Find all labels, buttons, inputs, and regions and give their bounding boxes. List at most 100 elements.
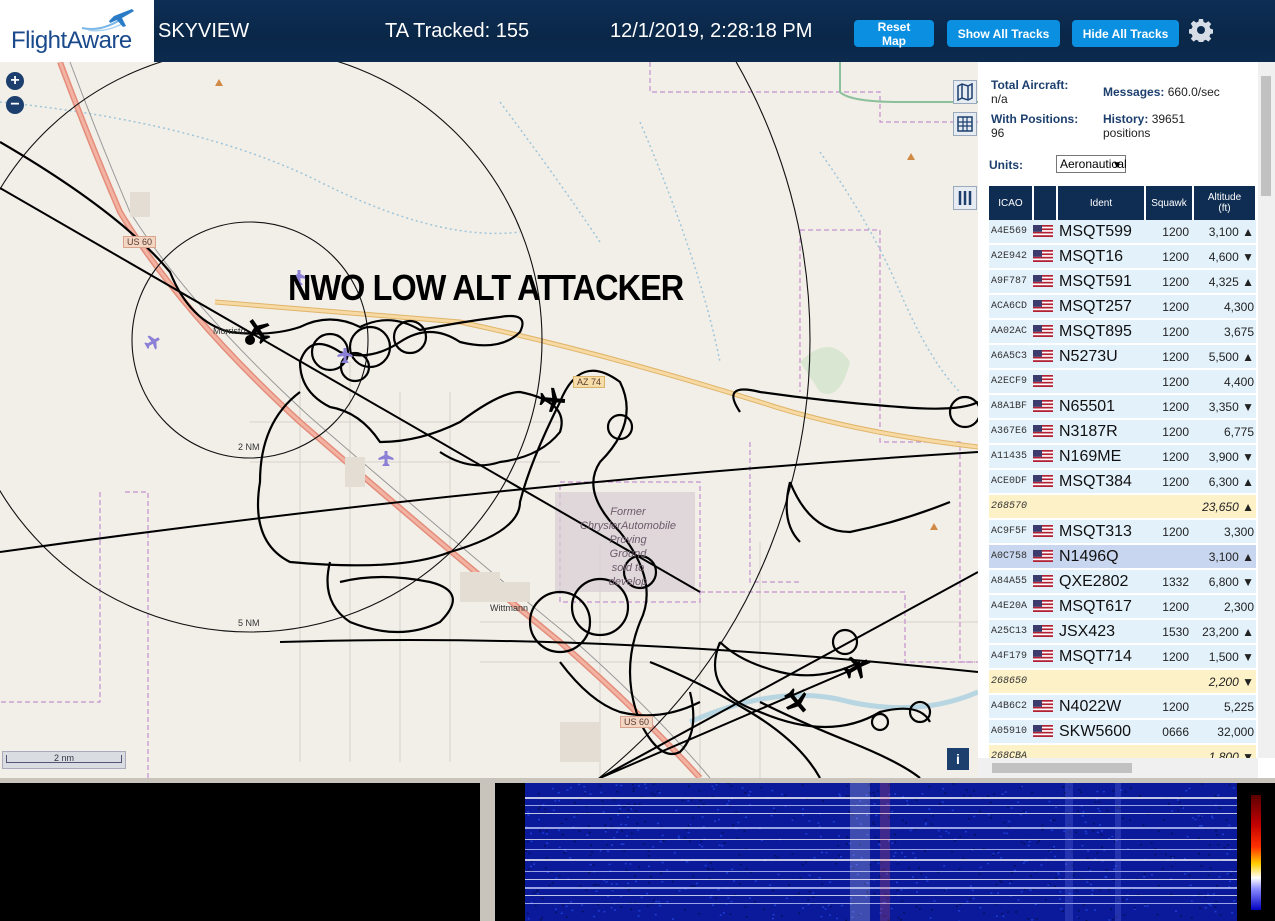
info-button[interactable]: i — [947, 748, 969, 770]
cell-squawk — [1145, 544, 1193, 570]
cell-icao: A25C13 — [989, 619, 1033, 645]
table-row[interactable]: 268650 2,200 ▼ — [989, 669, 1256, 695]
cell-squawk: 1200 — [1145, 344, 1193, 370]
cell-altitude: 5,225 — [1193, 694, 1256, 720]
reset-map-button[interactable]: Reset Map — [854, 20, 934, 48]
cell-altitude: 4,600 ▼ — [1193, 244, 1256, 270]
zoom-out-button[interactable]: − — [6, 96, 24, 114]
cell-flag — [1033, 344, 1057, 370]
cell-icao: 268570 — [989, 494, 1033, 520]
table-row[interactable]: A25C13 JSX423 1530 23,200 ▲ — [989, 619, 1256, 645]
table-row[interactable]: A4E20A MSQT617 1200 2,300 — [989, 594, 1256, 620]
cell-ident: SKW5600 — [1057, 719, 1145, 745]
grid-icon[interactable] — [953, 112, 977, 136]
cell-altitude: 23,650 ▲ — [1193, 494, 1256, 520]
table-row[interactable]: A8A1BF N65501 1200 3,350 ▼ — [989, 394, 1256, 420]
aircraft-sidebar: Total Aircraft: n/a Messages: 660.0/sec … — [978, 62, 1275, 778]
cell-squawk: 1200 — [1145, 269, 1193, 295]
cell-altitude: 4,300 — [1193, 294, 1256, 320]
cell-altitude: 6,300 ▲ — [1193, 469, 1256, 495]
vertical-scrollbar[interactable] — [1258, 62, 1275, 758]
aircraft-table-body: A4E569 MSQT599 1200 3,100 ▲ A2E942 MSQT16 1200… — [989, 220, 1256, 778]
table-row[interactable]: AC9F5F MSQT313 1200 3,300 — [989, 519, 1256, 545]
table-row[interactable]: 268570 23,650 ▲ — [989, 494, 1256, 520]
cell-squawk: 1200 — [1145, 444, 1193, 470]
cell-flag — [1033, 220, 1057, 245]
road-label-us60-south: US 60 — [620, 716, 654, 728]
cell-ident: N3187R — [1057, 419, 1145, 445]
column-header-ident[interactable]: Ident — [1057, 186, 1146, 220]
gear-icon[interactable] — [1189, 18, 1213, 42]
flightaware-logo[interactable]: FlightAware — [0, 0, 154, 62]
table-row[interactable]: ACE0DF MSQT384 1200 6,300 ▲ — [989, 469, 1256, 495]
units-select[interactable]: Aeronautical ▼ — [1056, 155, 1127, 173]
cell-ident: N4022W — [1057, 694, 1145, 720]
stat-total-aircraft: Total Aircraft: n/a — [991, 78, 1069, 106]
cell-flag — [1033, 619, 1057, 645]
stat-with-positions: With Positions: 96 — [991, 112, 1079, 140]
show-all-tracks-button[interactable]: Show All Tracks — [947, 20, 1060, 47]
table-row[interactable]: A2E942 MSQT16 1200 4,600 ▼ — [989, 244, 1256, 270]
table-row[interactable]: A2ECF9 1200 4,400 — [989, 369, 1256, 395]
table-row[interactable]: A11435 N169ME 1200 3,900 ▼ — [989, 444, 1256, 470]
us-flag-icon — [1033, 550, 1053, 563]
us-flag-icon — [1033, 625, 1053, 638]
table-row[interactable]: A4F179 MSQT714 1200 1,500 ▼ — [989, 644, 1256, 670]
plane-logo-icon — [81, 9, 134, 32]
cell-altitude: 6,800 ▼ — [1193, 569, 1256, 595]
horizontal-scrollbar[interactable] — [978, 758, 1258, 778]
cell-flag — [1033, 369, 1057, 395]
cell-flag — [1033, 494, 1057, 520]
cell-icao: A4B6C2 — [989, 694, 1033, 720]
us-flag-icon — [1033, 725, 1053, 738]
cell-ident — [1057, 494, 1145, 520]
hide-all-tracks-button[interactable]: Hide All Tracks — [1072, 20, 1179, 47]
cell-ident: QXE2802 — [1057, 569, 1145, 595]
cell-flag — [1033, 394, 1057, 420]
signal-scope — [0, 783, 480, 921]
cell-icao: A84A55 — [989, 569, 1033, 595]
table-row[interactable]: A6A5C3 N5273U 1200 5,500 ▲ — [989, 344, 1256, 370]
cell-altitude: 3,100 ▲ — [1193, 220, 1256, 245]
cell-icao: ACE0DF — [989, 469, 1033, 495]
table-row[interactable]: A367E6 N3187R 1200 6,775 — [989, 419, 1256, 445]
column-header-squawk[interactable]: Squawk — [1145, 186, 1194, 220]
table-row[interactable]: AA02AC MSQT895 1200 3,675 — [989, 319, 1256, 345]
column-header-icao[interactable]: ICAO — [989, 186, 1034, 220]
table-row[interactable]: A9F787 MSQT591 1200 4,325 ▲ — [989, 269, 1256, 295]
road-label-us60: US 60 — [123, 236, 157, 248]
range-ring-label-2nm: 2 NM — [238, 442, 260, 452]
stat-history: History: 39651 positions — [1103, 112, 1186, 140]
us-flag-icon — [1033, 400, 1053, 413]
cell-ident: MSQT313 — [1057, 519, 1145, 545]
table-row[interactable]: A05910 SKW5600 0666 32,000 — [989, 719, 1256, 745]
columns-icon[interactable] — [953, 186, 977, 210]
map-icon[interactable] — [953, 80, 977, 104]
column-header-altitude[interactable]: Altitude (ft) — [1193, 186, 1257, 220]
cell-flag — [1033, 269, 1057, 295]
us-flag-icon — [1033, 300, 1053, 313]
table-row[interactable]: ACA6CD MSQT257 1200 4,300 — [989, 294, 1256, 320]
annotation-text: NWO LOW ALT ATTACKER — [288, 267, 684, 308]
column-header-flag[interactable] — [1033, 186, 1058, 220]
cell-squawk: 1200 — [1145, 594, 1193, 620]
map-view[interactable]: + − NWO LOW ALT ATTACKER Morristo Wittma… — [0, 62, 978, 778]
table-row[interactable]: A4E569 MSQT599 1200 3,100 ▲ — [989, 220, 1256, 245]
cell-ident — [1057, 369, 1145, 395]
cell-icao: A8A1BF — [989, 394, 1033, 420]
table-row[interactable]: A4B6C2 N4022W 1200 5,225 — [989, 694, 1256, 720]
cell-altitude: 4,325 ▲ — [1193, 269, 1256, 295]
table-row[interactable]: A84A55 QXE2802 1332 6,800 ▼ — [989, 569, 1256, 595]
table-row[interactable]: A0C758 N1496Q 3,100 ▲ — [989, 544, 1256, 570]
altitude-trend-icon: ▲ — [1242, 549, 1254, 564]
map-canvas[interactable] — [0, 62, 978, 778]
cell-squawk: 1200 — [1145, 469, 1193, 495]
altitude-trend-icon: ▲ — [1242, 349, 1254, 364]
zoom-in-button[interactable]: + — [6, 72, 24, 90]
cell-squawk: 1200 — [1145, 519, 1193, 545]
cell-ident: MSQT895 — [1057, 319, 1145, 345]
cell-icao: A4E20A — [989, 594, 1033, 620]
cell-altitude: 2,300 — [1193, 594, 1256, 620]
cell-altitude: 3,100 ▲ — [1193, 544, 1256, 570]
altitude-trend-icon: ▼ — [1242, 449, 1254, 464]
